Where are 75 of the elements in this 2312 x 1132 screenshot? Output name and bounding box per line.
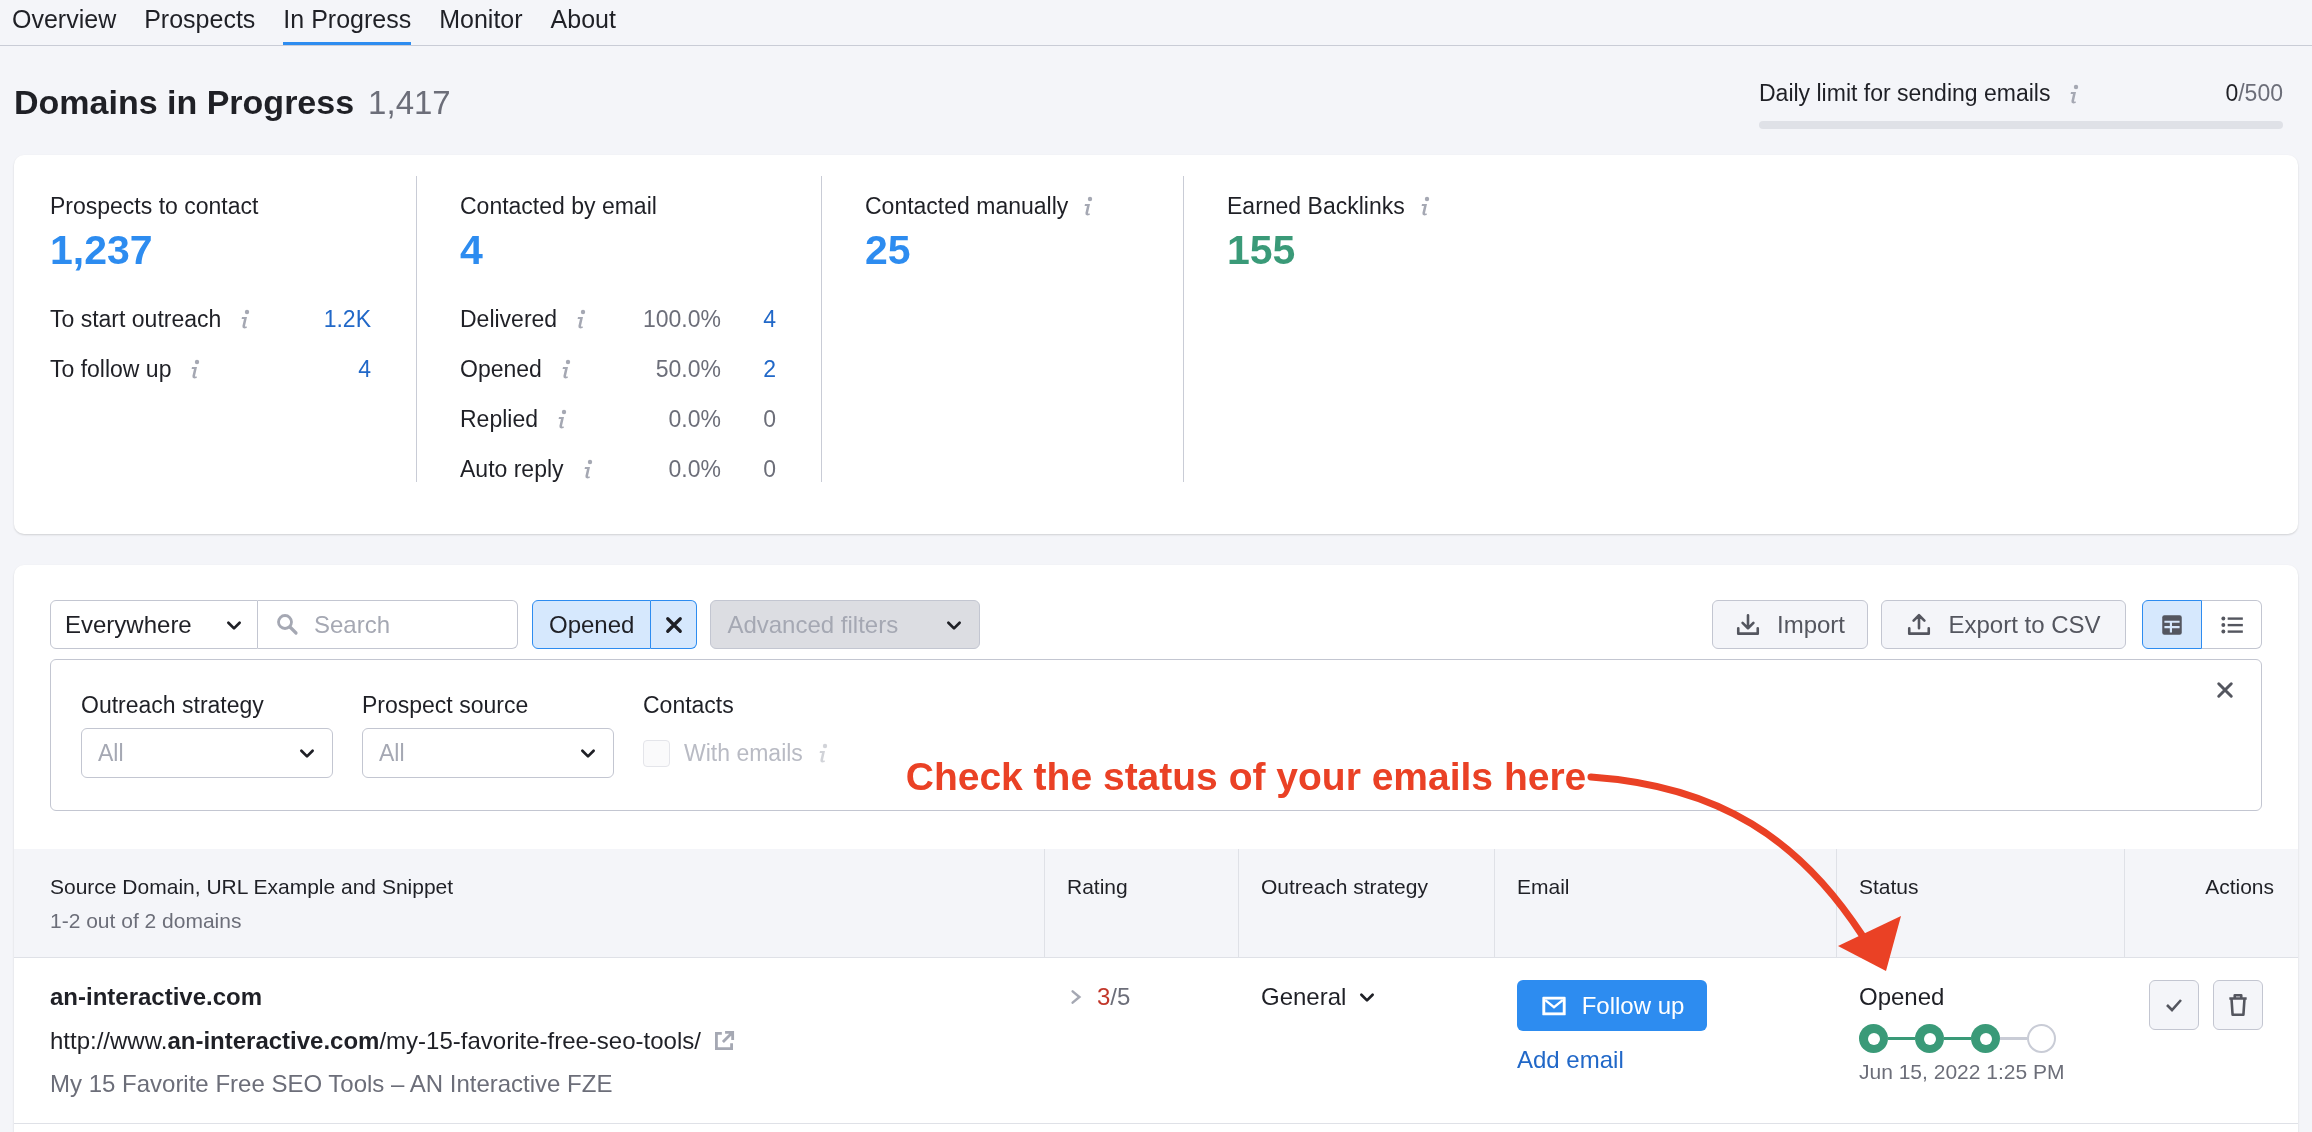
filter-label: Contacts (643, 691, 735, 720)
status-text: Opened (1859, 982, 1946, 1012)
stat-count: 0 (762, 454, 776, 484)
stat-label: Replied (460, 404, 538, 434)
stat-title: Contacted manually (865, 191, 1069, 221)
limit-label: Daily limit for sending emails (1759, 79, 2051, 109)
annotation-text: Check the status of your emails here (904, 754, 1588, 800)
stat-value: 25 (865, 226, 912, 275)
domain-count: 1,417 (368, 83, 451, 123)
delete-button[interactable] (2213, 980, 2263, 1030)
stat-percent: 100.0% (643, 304, 721, 334)
filter-chip[interactable]: Opened (532, 600, 652, 649)
stat-count-link[interactable]: 1.2K (316, 301, 371, 337)
close-icon (663, 614, 684, 635)
add-email-link[interactable]: Add email (1517, 1045, 1624, 1075)
domain-count-caption: 1-2 out of 2 domains (50, 908, 243, 934)
tab[interactable]: In Progress (283, 1, 412, 45)
strategy-dropdown[interactable]: General (1261, 982, 1377, 1012)
download-icon (1735, 611, 1761, 638)
info-icon (2068, 82, 2081, 105)
export-button[interactable]: Export to CSV (1881, 600, 2126, 649)
import-button[interactable]: Import (1712, 600, 1868, 649)
stat-title: Earned Backlinks (1227, 191, 1405, 221)
upload-icon (1906, 611, 1933, 638)
info-icon (239, 308, 252, 330)
search-field[interactable]: Search (258, 600, 518, 649)
filter-label: Prospect source (362, 691, 530, 720)
stat-label: To follow up (50, 354, 172, 384)
stat-label: Auto reply (460, 454, 564, 484)
snippet: My 15 Favorite Free SEO Tools – AN Interactive FZE (50, 1069, 614, 1099)
stat-value: 4 (460, 226, 484, 275)
stat-value: 1,237 (50, 226, 154, 275)
stat-percent: 50.0% (655, 354, 721, 384)
tab[interactable]: Overview (12, 1, 117, 45)
stat-label: To start outreach (50, 304, 222, 334)
tab[interactable]: About (550, 1, 616, 45)
tab[interactable]: Monitor (439, 1, 523, 45)
limit-total: /500 (2238, 79, 2283, 109)
filter-label: Outreach strategy (81, 691, 265, 720)
stat-count: 0 (762, 404, 776, 434)
limit-used: 0 (2225, 79, 2239, 109)
stat-label: Opened (460, 354, 542, 384)
stat-count-link[interactable]: 4 (721, 301, 776, 337)
stat-title: Prospects to contact (50, 191, 259, 221)
search-icon (275, 612, 299, 636)
status-date: Jun 15, 2022 1:25 PM (1859, 1059, 2066, 1085)
rating-max: /5 (1110, 984, 1131, 1010)
stat-count-link[interactable]: 2 (721, 351, 776, 387)
checkbox-label: With emails (684, 738, 803, 768)
column-header: Outreach strategy (1261, 874, 1429, 900)
stat-value: 155 (1227, 226, 1297, 275)
stat-title: Contacted by email (460, 191, 657, 221)
column-header: Email (1517, 874, 1571, 900)
scope-select[interactable]: Everywhere (50, 600, 258, 649)
remove-filter-button[interactable] (651, 600, 698, 649)
close-icon (2215, 680, 2235, 700)
column-header: Actions (2205, 874, 2274, 900)
tab[interactable]: Prospects (144, 1, 256, 45)
stat-percent: 0.0% (668, 454, 721, 484)
page-title: Domains in Progress (14, 82, 355, 123)
view-toggle[interactable] (2202, 600, 2262, 649)
view-toggle[interactable] (2142, 600, 2202, 649)
info-icon (189, 358, 202, 380)
column-header: Status (1859, 874, 1920, 900)
column-header: Rating (1067, 874, 1129, 900)
stat-percent: 0.0% (668, 404, 721, 434)
follow-up-button[interactable]: Follow up (1517, 980, 1707, 1031)
url-link[interactable]: http://www.an-interactive.com/my-15-favorite-free-seo-tools/ (50, 1026, 701, 1056)
column-header: Source Domain, URL Example and Snippet (50, 874, 455, 900)
rating-value: 3 (1097, 984, 1111, 1010)
stat-count-link[interactable]: 4 (316, 351, 371, 387)
stat-label: Delivered (460, 304, 558, 334)
info-icon (575, 308, 588, 330)
info-icon (556, 408, 568, 430)
domain-name: an-interactive.com (50, 982, 264, 1012)
